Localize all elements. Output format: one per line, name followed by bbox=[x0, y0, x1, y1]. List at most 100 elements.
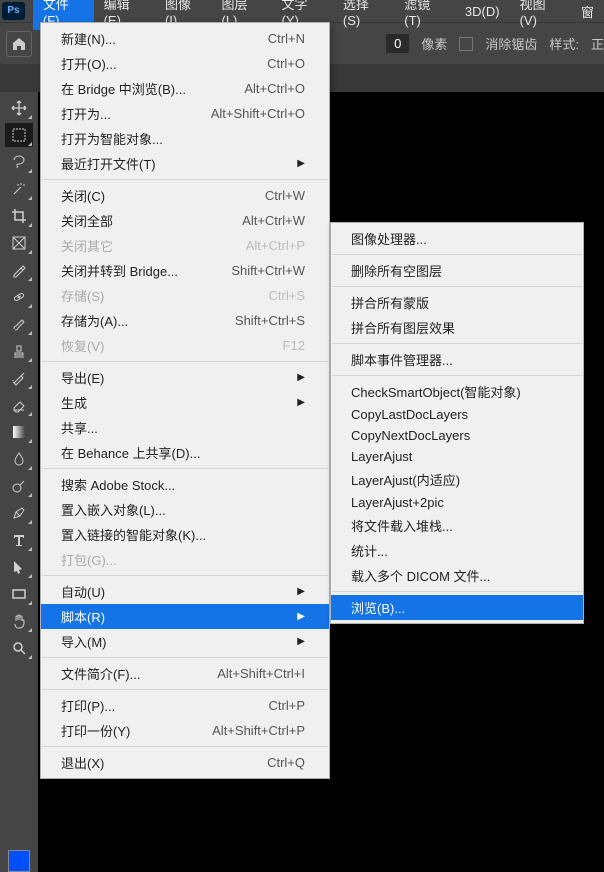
tool-type[interactable] bbox=[5, 528, 33, 552]
scripts-menu-item-label: CopyLastDocLayers bbox=[351, 407, 559, 422]
file-menu-item-label: 关闭并转到 Bridge... bbox=[61, 261, 207, 280]
file-menu-item-10[interactable]: 关闭并转到 Bridge... Shift+Ctrl+W bbox=[41, 258, 329, 283]
menu-select[interactable]: 选择(S) bbox=[333, 0, 394, 30]
feather-value[interactable]: 0 bbox=[386, 34, 409, 53]
file-menu-item-26[interactable]: 脚本(R)▶ bbox=[41, 604, 329, 629]
file-menu-dropdown: 新建(N)...Ctrl+N打开(O)...Ctrl+O在 Bridge 中浏览… bbox=[40, 22, 330, 779]
tool-pen[interactable] bbox=[5, 501, 33, 525]
scripts-menu-item-4[interactable]: 拼合所有蒙版 bbox=[331, 290, 583, 315]
scripts-menu-item-label: 统计... bbox=[351, 541, 559, 560]
tool-crop[interactable] bbox=[5, 204, 33, 228]
tool-dodge[interactable] bbox=[5, 474, 33, 498]
file-menu-item-shortcut: Ctrl+W bbox=[265, 188, 305, 203]
antialias-checkbox[interactable] bbox=[459, 37, 473, 51]
scripts-menu-item-13[interactable]: LayerAjust(内适应) bbox=[331, 467, 583, 492]
scripts-menu-item-17[interactable]: 载入多个 DICOM 文件... bbox=[331, 563, 583, 588]
file-menu-item-22[interactable]: 置入链接的智能对象(K)... bbox=[41, 522, 329, 547]
scripts-menu-item-7[interactable]: 脚本事件管理器... bbox=[331, 347, 583, 372]
menu-filter[interactable]: 滤镜(T) bbox=[394, 0, 455, 30]
scripts-menu-item-label: LayerAjust(内适应) bbox=[351, 470, 559, 489]
file-menu-item-shortcut: Alt+Shift+Ctrl+O bbox=[211, 106, 305, 121]
scripts-menu-item-14[interactable]: LayerAjust+2pic bbox=[331, 492, 583, 513]
file-menu-item-29[interactable]: 文件简介(F)...Alt+Shift+Ctrl+I bbox=[41, 661, 329, 686]
file-menu-item-label: 关闭(C) bbox=[61, 186, 241, 205]
tool-frame[interactable] bbox=[5, 231, 33, 255]
file-menu-item-label: 导入(M) bbox=[61, 632, 297, 651]
file-menu-item-34[interactable]: 退出(X)Ctrl+Q bbox=[41, 750, 329, 775]
scripts-menu-item-0[interactable]: 图像处理器... bbox=[331, 226, 583, 251]
tool-stamp[interactable] bbox=[5, 339, 33, 363]
file-menu-item-2[interactable]: 在 Bridge 中浏览(B)...Alt+Ctrl+O bbox=[41, 76, 329, 101]
file-menu-item-17[interactable]: 共享... bbox=[41, 415, 329, 440]
style-normal[interactable]: 正 bbox=[591, 34, 604, 53]
file-menu-item-label: 打开为... bbox=[61, 104, 187, 123]
tool-marquee[interactable] bbox=[5, 123, 33, 147]
menu-view[interactable]: 视图(V) bbox=[510, 0, 571, 30]
file-menu-item-12[interactable]: 存储为(A)...Shift+Ctrl+S bbox=[41, 308, 329, 333]
tools-panel bbox=[0, 92, 38, 872]
file-menu-item-21[interactable]: 置入嵌入对象(L)... bbox=[41, 497, 329, 522]
file-menu-item-20[interactable]: 搜索 Adobe Stock... bbox=[41, 472, 329, 497]
file-menu-item-18[interactable]: 在 Behance 上共享(D)... bbox=[41, 440, 329, 465]
scripts-menu-separator bbox=[332, 591, 582, 592]
file-menu-separator bbox=[42, 179, 328, 180]
tool-eraser[interactable] bbox=[5, 393, 33, 417]
file-menu-item-label: 打印一份(Y) bbox=[61, 721, 188, 740]
file-menu-item-shortcut: Shift+Ctrl+W bbox=[231, 263, 305, 278]
tool-brush[interactable] bbox=[5, 312, 33, 336]
tool-path[interactable] bbox=[5, 555, 33, 579]
scripts-menu-item-9[interactable]: CheckSmartObject(智能对象) bbox=[331, 379, 583, 404]
file-menu-item-1[interactable]: 打开(O)...Ctrl+O bbox=[41, 51, 329, 76]
scripts-menu-item-label: 拼合所有图层效果 bbox=[351, 318, 559, 337]
scripts-menu-item-2[interactable]: 删除所有空图层 bbox=[331, 258, 583, 283]
scripts-menu-item-label: 拼合所有蒙版 bbox=[351, 293, 559, 312]
scripts-menu-item-11[interactable]: CopyNextDocLayers bbox=[331, 425, 583, 446]
file-menu-item-3[interactable]: 打开为... Alt+Shift+Ctrl+O bbox=[41, 101, 329, 126]
tool-heal[interactable] bbox=[5, 285, 33, 309]
tool-zoom[interactable] bbox=[5, 636, 33, 660]
scripts-menu-item-12[interactable]: LayerAjust bbox=[331, 446, 583, 467]
scripts-menu-item-19[interactable]: 浏览(B)... bbox=[331, 595, 583, 620]
file-menu-item-shortcut: Ctrl+S bbox=[269, 288, 305, 303]
scripts-menu-separator bbox=[332, 343, 582, 344]
file-menu-item-0[interactable]: 新建(N)...Ctrl+N bbox=[41, 26, 329, 51]
tool-blur[interactable] bbox=[5, 447, 33, 471]
file-menu-item-5[interactable]: 最近打开文件(T)▶ bbox=[41, 151, 329, 176]
file-menu-item-label: 生成 bbox=[61, 393, 297, 412]
file-menu-item-16[interactable]: 生成▶ bbox=[41, 390, 329, 415]
scripts-menu-item-16[interactable]: 统计... bbox=[331, 538, 583, 563]
tool-lasso[interactable] bbox=[5, 150, 33, 174]
file-menu-item-label: 自动(U) bbox=[61, 582, 297, 601]
file-menu-separator bbox=[42, 575, 328, 576]
tool-history[interactable] bbox=[5, 366, 33, 390]
tool-move[interactable] bbox=[5, 96, 33, 120]
tool-eyedrop[interactable] bbox=[5, 258, 33, 282]
scripts-menu-separator bbox=[332, 375, 582, 376]
file-menu-item-25[interactable]: 自动(U)▶ bbox=[41, 579, 329, 604]
file-menu-item-32[interactable]: 打印一份(Y)Alt+Shift+Ctrl+P bbox=[41, 718, 329, 743]
scripts-menu-item-15[interactable]: 将文件载入堆栈... bbox=[331, 513, 583, 538]
file-menu-item-shortcut: F12 bbox=[283, 338, 305, 353]
scripts-menu-item-10[interactable]: CopyLastDocLayers bbox=[331, 404, 583, 425]
file-menu-item-27[interactable]: 导入(M)▶ bbox=[41, 629, 329, 654]
scripts-submenu: 图像处理器... 删除所有空图层拼合所有蒙版拼合所有图层效果脚本事件管理器... C… bbox=[330, 222, 584, 624]
foreground-color[interactable] bbox=[8, 850, 30, 872]
tool-rect[interactable] bbox=[5, 582, 33, 606]
file-menu-item-11: 存储(S)Ctrl+S bbox=[41, 283, 329, 308]
submenu-arrow-icon: ▶ bbox=[297, 636, 305, 647]
file-menu-item-7[interactable]: 关闭(C) Ctrl+W bbox=[41, 183, 329, 208]
file-menu-item-label: 打开为智能对象... bbox=[61, 129, 305, 148]
scripts-menu-item-5[interactable]: 拼合所有图层效果 bbox=[331, 315, 583, 340]
home-icon[interactable] bbox=[6, 31, 32, 57]
tool-hand[interactable] bbox=[5, 609, 33, 633]
file-menu-item-4[interactable]: 打开为智能对象... bbox=[41, 126, 329, 151]
menu-3d[interactable]: 3D(D) bbox=[455, 2, 510, 21]
tool-gradient[interactable] bbox=[5, 420, 33, 444]
menu-window[interactable]: 窗 bbox=[571, 0, 604, 23]
file-menu-item-31[interactable]: 打印(P)...Ctrl+P bbox=[41, 693, 329, 718]
file-menu-item-15[interactable]: 导出(E)▶ bbox=[41, 365, 329, 390]
file-menu-item-8[interactable]: 关闭全部Alt+Ctrl+W bbox=[41, 208, 329, 233]
file-menu-item-label: 关闭其它 bbox=[61, 236, 222, 255]
tool-wand[interactable] bbox=[5, 177, 33, 201]
scripts-menu-item-label: 脚本事件管理器... bbox=[351, 350, 559, 369]
